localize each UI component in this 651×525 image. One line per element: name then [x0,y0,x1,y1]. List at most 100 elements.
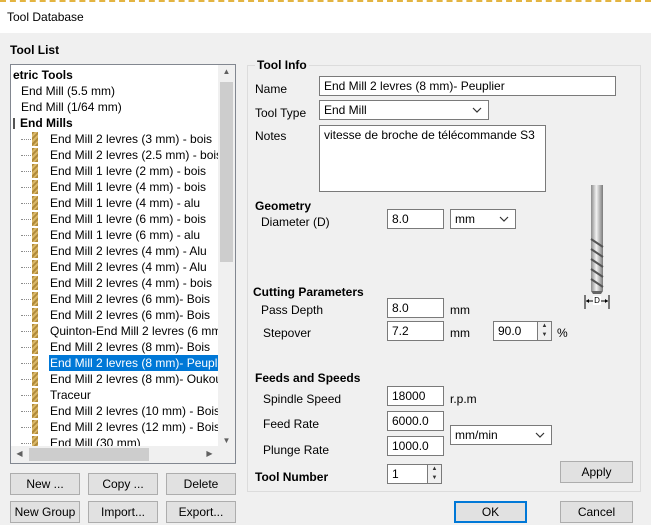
end-mill-icon [32,388,38,402]
tree-connector [21,427,31,428]
tool-tree[interactable]: etric Tools End Mill (5.5 mm) End Mill (… [10,64,236,464]
tree-item[interactable]: End Mill (5.5 mm) [21,83,115,99]
spindle-speed-label: Spindle Speed [263,392,342,406]
export-button[interactable]: Export... [166,501,236,523]
scroll-right-icon[interactable]: ▶ [201,449,218,458]
tree-connector [21,139,31,140]
tool-list-item[interactable]: End Mill 2 levres (6 mm)- Bois [21,307,221,323]
diameter-diagram-label: D [594,296,600,305]
tool-list-item[interactable]: End Mill 2 levres (4 mm) - bois [21,275,221,291]
tree-connector [21,219,31,220]
tool-list-item[interactable]: End Mill 2 levres (4 mm) - Alu [21,243,221,259]
tool-list-item[interactable]: End Mill 1 levre (2 mm) - bois [21,163,221,179]
tool-info-heading: Tool Info [255,58,309,72]
tree-connector [21,395,31,396]
pass-depth-field[interactable] [387,298,444,318]
tool-list-item-label: End Mill 2 levres (4 mm) - bois [50,276,213,290]
end-mill-icon [32,292,38,306]
tree-connector [21,379,31,380]
tool-list-item-label: End Mill 2 levres (8 mm)- Oukoume [50,372,236,386]
tool-list-item-label: End Mill 2 levres (6 mm)- Bois [50,292,211,306]
tool-list-item[interactable]: End Mill 1 levre (4 mm) - alu [21,195,221,211]
feed-rate-label: Feed Rate [263,417,320,431]
spin-up-icon[interactable]: ▲ [538,322,551,331]
tool-list-item[interactable]: End Mill 2 levres (6 mm)- Bois [21,291,221,307]
end-mill-icon [32,228,38,242]
chevron-down-icon [472,107,482,113]
tree-group-metric[interactable]: etric Tools [13,67,73,83]
tool-list-item[interactable]: End Mill 1 levre (6 mm) - alu [21,227,221,243]
end-mill-icon [32,164,38,178]
stepover-percent-spinner[interactable]: ▲ ▼ [538,321,552,341]
ok-button[interactable]: OK [454,501,527,523]
tool-list-item-label: End Mill 2 levres (6 mm)- Bois [50,308,211,322]
apply-button[interactable]: Apply [560,461,633,483]
tree-connector [21,267,31,268]
tool-list-item[interactable]: End Mill 2 levres (3 mm) - bois [21,131,221,147]
stepover-percent-field[interactable] [493,321,538,341]
tool-list-item[interactable]: End Mill 2 levres (4 mm) - Alu [21,259,221,275]
tool-list-item-label: End Mill 1 levre (4 mm) - bois [50,180,207,194]
spin-up-icon[interactable]: ▲ [428,465,441,474]
tree-item[interactable]: End Mill (1/64 mm) [21,99,122,115]
end-mill-icon [32,132,38,146]
cancel-button[interactable]: Cancel [560,501,633,523]
tree-vertical-scrollbar[interactable]: ▲ ▼ [218,65,235,447]
notes-field[interactable]: vitesse de broche de télécommande S3 [319,125,546,192]
diameter-field[interactable] [387,209,444,229]
tool-list-item[interactable]: End Mill 1 levre (4 mm) - bois [21,179,221,195]
spindle-speed-field[interactable] [387,386,444,406]
spin-down-icon[interactable]: ▼ [428,474,441,483]
vertical-scroll-thumb[interactable] [220,82,233,262]
chevron-down-icon [499,216,509,222]
feed-rate-field[interactable] [387,411,444,431]
rate-unit-select[interactable]: mm/min [450,425,552,445]
tool-number-spinner[interactable]: ▲ ▼ [428,464,442,484]
scroll-up-icon[interactable]: ▲ [218,67,235,76]
diameter-unit-select[interactable]: mm [450,209,516,229]
tree-connector [21,235,31,236]
name-label: Name [255,82,288,96]
end-mill-icon [32,372,38,386]
end-mill-icon [32,404,38,418]
tool-list-item[interactable]: End Mill 2 levres (10 mm) - Bois [21,403,221,419]
end-mill-icon [32,356,38,370]
chevron-down-icon [535,432,545,438]
stepover-field[interactable] [387,321,444,341]
end-mill-icon [32,420,38,434]
scroll-down-icon[interactable]: ▼ [218,436,235,445]
tool-list-item[interactable]: End Mill 2 levres (2.5 mm) - bois [21,147,222,163]
tool-list-item[interactable]: Traceur [21,387,221,403]
tool-list-item-label: End Mill 2 levres (8 mm)- Bois [50,340,211,354]
tree-group-end-mills[interactable]: End Mills [13,115,73,131]
end-mill-icon [32,244,38,258]
name-field[interactable] [319,76,616,96]
tree-connector [21,203,31,204]
delete-button[interactable]: Delete [166,473,236,495]
scroll-left-icon[interactable]: ◀ [11,449,28,458]
end-mill-icon [32,260,38,274]
horizontal-scroll-thumb[interactable] [29,448,149,461]
scroll-corner [218,446,235,463]
spin-down-icon[interactable]: ▼ [538,331,551,340]
tree-connector [21,187,31,188]
tool-list-item[interactable]: End Mill 2 levres (8 mm)- Oukoume [21,371,235,387]
tool-list-item[interactable]: End Mill 2 levres (8 mm)- Bois [21,339,221,355]
new-button[interactable]: New ... [10,473,80,495]
plunge-rate-field[interactable] [387,436,444,456]
copy-button[interactable]: Copy ... [88,473,158,495]
tool-number-field[interactable] [387,464,428,484]
tool-list-item[interactable]: End Mill 2 levres (12 mm) - Bois [21,419,221,435]
tree-horizontal-scrollbar[interactable]: ◀ ▶ [11,446,218,463]
pass-depth-unit: mm [450,303,470,317]
new-group-button[interactable]: New Group [10,501,80,523]
tool-list-item[interactable]: End Mill 2 levres (8 mm)- Peuplier [21,355,232,371]
tool-list-item[interactable]: Quinton-End Mill 2 levres (6 mm)- Bois [21,323,235,339]
tool-list-item[interactable]: End Mill 1 levre (6 mm) - bois [21,211,221,227]
tool-type-select[interactable]: End Mill [319,100,489,120]
tool-list-item-label: Traceur [50,388,91,402]
tool-list-item-label: End Mill 2 levres (4 mm) - Alu [50,244,207,258]
cutting-parameters-heading: Cutting Parameters [253,285,364,299]
import-button[interactable]: Import... [88,501,158,523]
stepover-unit: mm [450,326,470,340]
